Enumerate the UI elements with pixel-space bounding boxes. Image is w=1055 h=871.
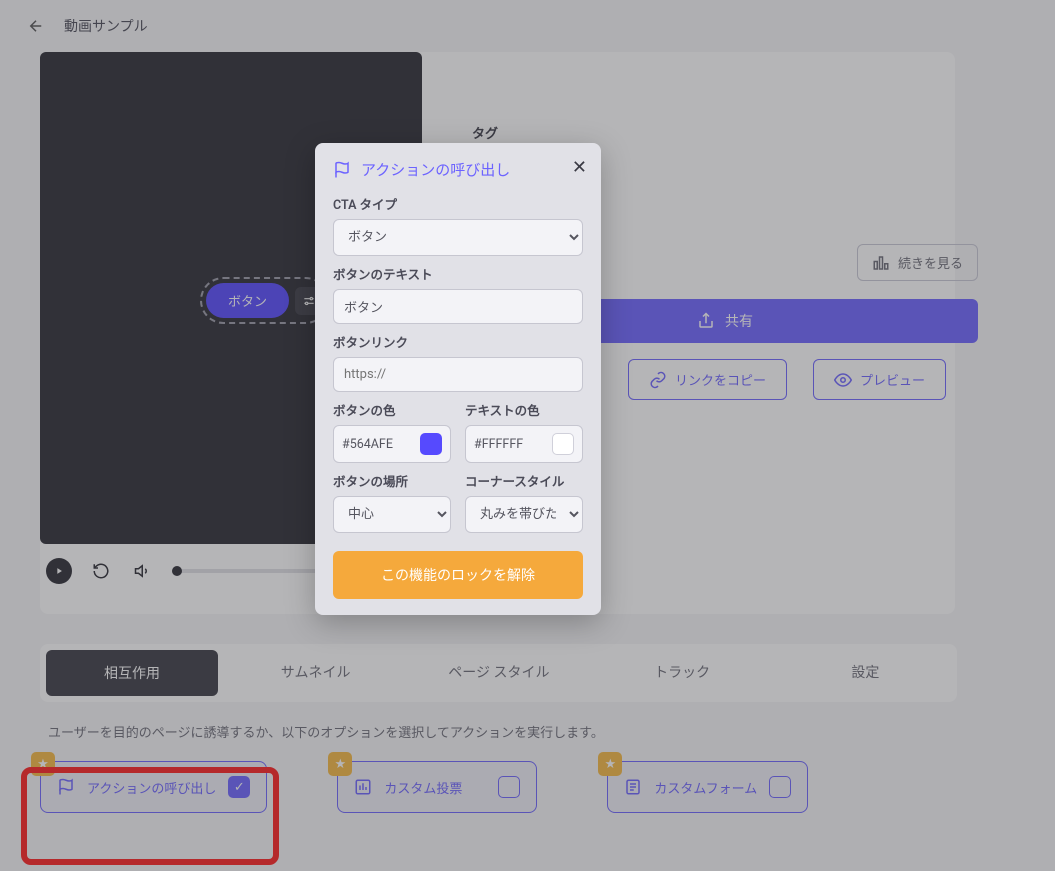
corner-style-label: コーナースタイル [465, 471, 583, 490]
cta-type-select[interactable]: ボタン [333, 219, 583, 256]
button-link-label: ボタンリンク [333, 332, 583, 351]
button-color-input[interactable]: #564AFE [333, 425, 451, 463]
close-icon[interactable]: ✕ [572, 157, 587, 178]
flag-icon [333, 161, 351, 179]
button-color-value: #564AFE [342, 437, 393, 452]
cta-type-label: CTA タイプ [333, 194, 583, 213]
button-position-label: ボタンの場所 [333, 471, 451, 490]
button-text-label: ボタンのテキスト [333, 264, 583, 283]
button-position-select[interactable]: 中心 [333, 496, 451, 533]
color-swatch[interactable] [552, 433, 574, 455]
button-text-input[interactable] [333, 289, 583, 324]
corner-style-select[interactable]: 丸みを帯びた [465, 496, 583, 533]
button-link-input[interactable] [333, 357, 583, 392]
color-swatch[interactable] [420, 433, 442, 455]
unlock-button[interactable]: この機能のロックを解除 [333, 551, 583, 599]
text-color-input[interactable]: #FFFFFF [465, 425, 583, 463]
text-color-value: #FFFFFF [474, 437, 523, 452]
text-color-label: テキストの色 [465, 400, 583, 419]
button-color-label: ボタンの色 [333, 400, 451, 419]
cta-modal: アクションの呼び出し ✕ CTA タイプ ボタン ボタンのテキスト ボタンリンク… [315, 143, 601, 615]
modal-title: アクションの呼び出し [361, 159, 510, 180]
